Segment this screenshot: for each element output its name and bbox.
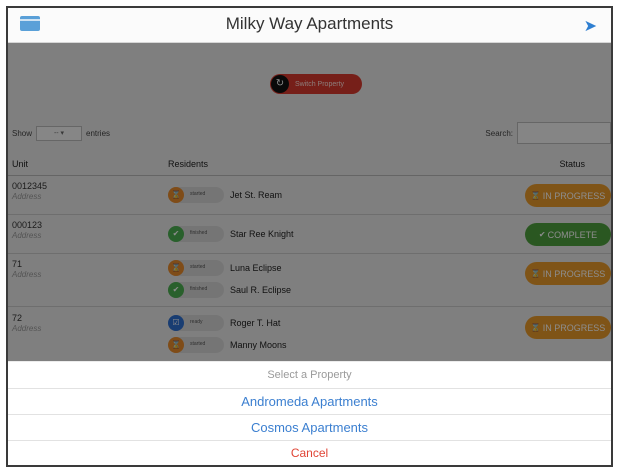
property-option-cosmos[interactable]: Cosmos Apartments xyxy=(8,415,611,441)
sign-out-icon[interactable]: ➤ xyxy=(584,16,597,36)
property-action-sheet: Select a Property Andromeda Apartments C… xyxy=(8,362,611,465)
property-option-andromeda[interactable]: Andromeda Apartments xyxy=(8,389,611,415)
app-frame: Milky Way Apartments ➤ ↻ Switch Property… xyxy=(6,6,613,467)
modal-backdrop[interactable] xyxy=(8,43,611,361)
cancel-button[interactable]: Cancel xyxy=(8,441,611,465)
action-sheet-title: Select a Property xyxy=(8,362,611,389)
app-header: Milky Way Apartments ➤ xyxy=(8,8,611,43)
page-title: Milky Way Apartments xyxy=(225,14,394,33)
main-content: ↻ Switch Property Show -- ▾ entries Sear… xyxy=(8,43,611,361)
